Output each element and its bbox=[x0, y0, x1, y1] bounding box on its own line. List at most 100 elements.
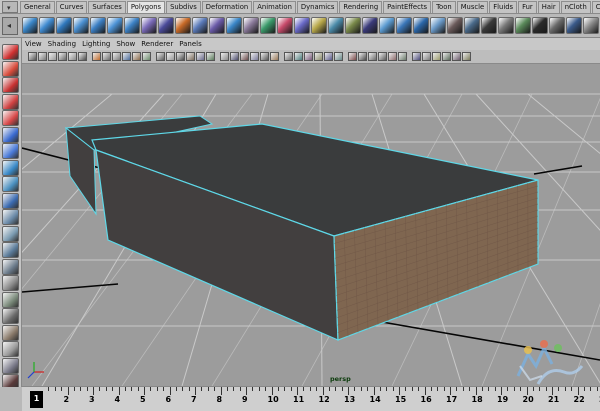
tab-subdivs[interactable]: Subdivs bbox=[166, 1, 201, 13]
panel-toolbar-icon[interactable] bbox=[422, 52, 431, 61]
panel-toolbar-icon[interactable] bbox=[462, 52, 471, 61]
shelf-tool-icon[interactable] bbox=[39, 17, 55, 34]
panel-toolbar-icon[interactable] bbox=[294, 52, 303, 61]
tab-custom[interactable]: Custom bbox=[591, 1, 600, 13]
shelf-tool-icon[interactable] bbox=[141, 17, 157, 34]
panel-menu-shading[interactable]: Shading bbox=[48, 38, 76, 50]
time-slider[interactable]: 1 234567891011121314151617181920212223 bbox=[0, 386, 600, 411]
toolbox-tool-icon[interactable] bbox=[2, 126, 19, 143]
toolbox-tool-icon[interactable] bbox=[2, 357, 19, 374]
panel-toolbar-icon[interactable] bbox=[58, 52, 67, 61]
panel-toolbar-icon[interactable] bbox=[432, 52, 441, 61]
panel-toolbar-icon[interactable] bbox=[398, 52, 407, 61]
shelf-tool-icon[interactable] bbox=[226, 17, 242, 34]
panel-toolbar-icon[interactable] bbox=[112, 52, 121, 61]
shelf-menu-button[interactable]: ▾ bbox=[2, 1, 18, 13]
shelf-tool-icon[interactable] bbox=[413, 17, 429, 34]
panel-toolbar-icon[interactable] bbox=[196, 52, 205, 61]
panel-toolbar-icon[interactable] bbox=[122, 52, 131, 61]
panel-toolbar-icon[interactable] bbox=[388, 52, 397, 61]
toolbox-tool-icon[interactable] bbox=[2, 242, 19, 258]
tab-rendering[interactable]: Rendering bbox=[339, 1, 383, 13]
shelf-tool-icon[interactable] bbox=[124, 17, 140, 34]
panel-toolbar-icon[interactable] bbox=[78, 52, 87, 61]
tab-surfaces[interactable]: Surfaces bbox=[88, 1, 126, 13]
toolbox-tool-icon[interactable] bbox=[2, 176, 19, 192]
toolbox-tool-icon[interactable] bbox=[2, 143, 19, 159]
toolbox-tool-icon[interactable] bbox=[2, 308, 19, 324]
shelf-tool-icon[interactable] bbox=[447, 17, 463, 34]
panel-toolbar-icon[interactable] bbox=[166, 52, 175, 61]
panel-menu-view[interactable]: View bbox=[25, 38, 42, 50]
shelf-tool-icon[interactable] bbox=[175, 17, 191, 34]
shelf-tool-icon[interactable] bbox=[260, 17, 276, 34]
panel-toolbar-icon[interactable] bbox=[442, 52, 451, 61]
shelf-tool-icon[interactable] bbox=[532, 17, 548, 34]
panel-toolbar-icon[interactable] bbox=[314, 52, 323, 61]
current-frame-marker[interactable]: 1 bbox=[30, 391, 43, 408]
panel-menu-show[interactable]: Show bbox=[116, 38, 135, 50]
panel-toolbar-icon[interactable] bbox=[206, 52, 215, 61]
panel-toolbar-icon[interactable] bbox=[358, 52, 367, 61]
panel-toolbar-icon[interactable] bbox=[270, 52, 279, 61]
shelf-tool-icon[interactable] bbox=[362, 17, 378, 34]
panel-toolbar-icon[interactable] bbox=[48, 52, 57, 61]
tab-painteffects[interactable]: PaintEffects bbox=[383, 1, 432, 13]
panel-toolbar-icon[interactable] bbox=[250, 52, 259, 61]
tab-fluids[interactable]: Fluids bbox=[489, 1, 518, 13]
tab-curves[interactable]: Curves bbox=[55, 1, 88, 13]
shelf-tool-icon[interactable] bbox=[311, 17, 327, 34]
shelf-tool-icon[interactable] bbox=[243, 17, 259, 34]
panel-toolbar-icon[interactable] bbox=[68, 52, 77, 61]
shelf-tool-icon[interactable] bbox=[549, 17, 565, 34]
shelf-tool-icon[interactable] bbox=[22, 17, 38, 34]
tab-polygons[interactable]: Polygons bbox=[126, 1, 166, 13]
panel-toolbar-icon[interactable] bbox=[176, 52, 185, 61]
shelf-tool-icon[interactable] bbox=[430, 17, 446, 34]
shelf-options-button[interactable]: ◂ bbox=[2, 17, 18, 35]
panel-toolbar-icon[interactable] bbox=[368, 52, 377, 61]
toolbox-tool-icon[interactable] bbox=[2, 77, 19, 93]
shelf-tool-icon[interactable] bbox=[396, 17, 412, 34]
shelf-tool-icon[interactable] bbox=[583, 17, 599, 34]
shelf-tool-icon[interactable] bbox=[90, 17, 106, 34]
shelf-tool-icon[interactable] bbox=[56, 17, 72, 34]
panel-toolbar-icon[interactable] bbox=[284, 52, 293, 61]
panel-toolbar-icon[interactable] bbox=[220, 52, 229, 61]
panel-toolbar-icon[interactable] bbox=[156, 52, 165, 61]
toolbox-tool-icon[interactable] bbox=[2, 110, 19, 126]
shelf-tool-icon[interactable] bbox=[277, 17, 293, 34]
panel-toolbar-icon[interactable] bbox=[230, 52, 239, 61]
tab-deformation[interactable]: Deformation bbox=[201, 1, 253, 13]
shelf-tool-icon[interactable] bbox=[345, 17, 361, 34]
toolbox-tool-icon[interactable] bbox=[2, 291, 19, 308]
toolbox-tool-icon[interactable] bbox=[2, 225, 19, 242]
panel-toolbar-icon[interactable] bbox=[240, 52, 249, 61]
shelf-tool-icon[interactable] bbox=[107, 17, 123, 34]
panel-toolbar-icon[interactable] bbox=[132, 52, 141, 61]
panel-toolbar-icon[interactable] bbox=[304, 52, 313, 61]
toolbox-tool-icon[interactable] bbox=[2, 324, 19, 341]
panel-menu-lighting[interactable]: Lighting bbox=[82, 38, 110, 50]
shelf-tool-icon[interactable] bbox=[158, 17, 174, 34]
shelf-tool-icon[interactable] bbox=[209, 17, 225, 34]
tab-animation[interactable]: Animation bbox=[253, 1, 296, 13]
panel-toolbar-icon[interactable] bbox=[412, 52, 421, 61]
tab-fur[interactable]: Fur bbox=[518, 1, 537, 13]
toolbox-tool-icon[interactable] bbox=[2, 192, 19, 209]
shelf-tool-icon[interactable] bbox=[379, 17, 395, 34]
shelf-tool-icon[interactable] bbox=[73, 17, 89, 34]
shelf-tool-icon[interactable] bbox=[515, 17, 531, 34]
panel-toolbar-icon[interactable] bbox=[260, 52, 269, 61]
panel-menu-renderer[interactable]: Renderer bbox=[141, 38, 173, 50]
toolbox-tool-icon[interactable] bbox=[2, 341, 19, 357]
shelf-tool-icon[interactable] bbox=[566, 17, 582, 34]
panel-toolbar-icon[interactable] bbox=[452, 52, 461, 61]
tab-dynamics[interactable]: Dynamics bbox=[296, 1, 339, 13]
shelf-tool-icon[interactable] bbox=[294, 17, 310, 34]
toolbox-tool-icon[interactable] bbox=[2, 44, 19, 60]
tab-ncloth[interactable]: nCloth bbox=[560, 1, 591, 13]
shelf-tool-icon[interactable] bbox=[481, 17, 497, 34]
tab-hair[interactable]: Hair bbox=[537, 1, 560, 13]
panel-toolbar-icon[interactable] bbox=[28, 52, 37, 61]
